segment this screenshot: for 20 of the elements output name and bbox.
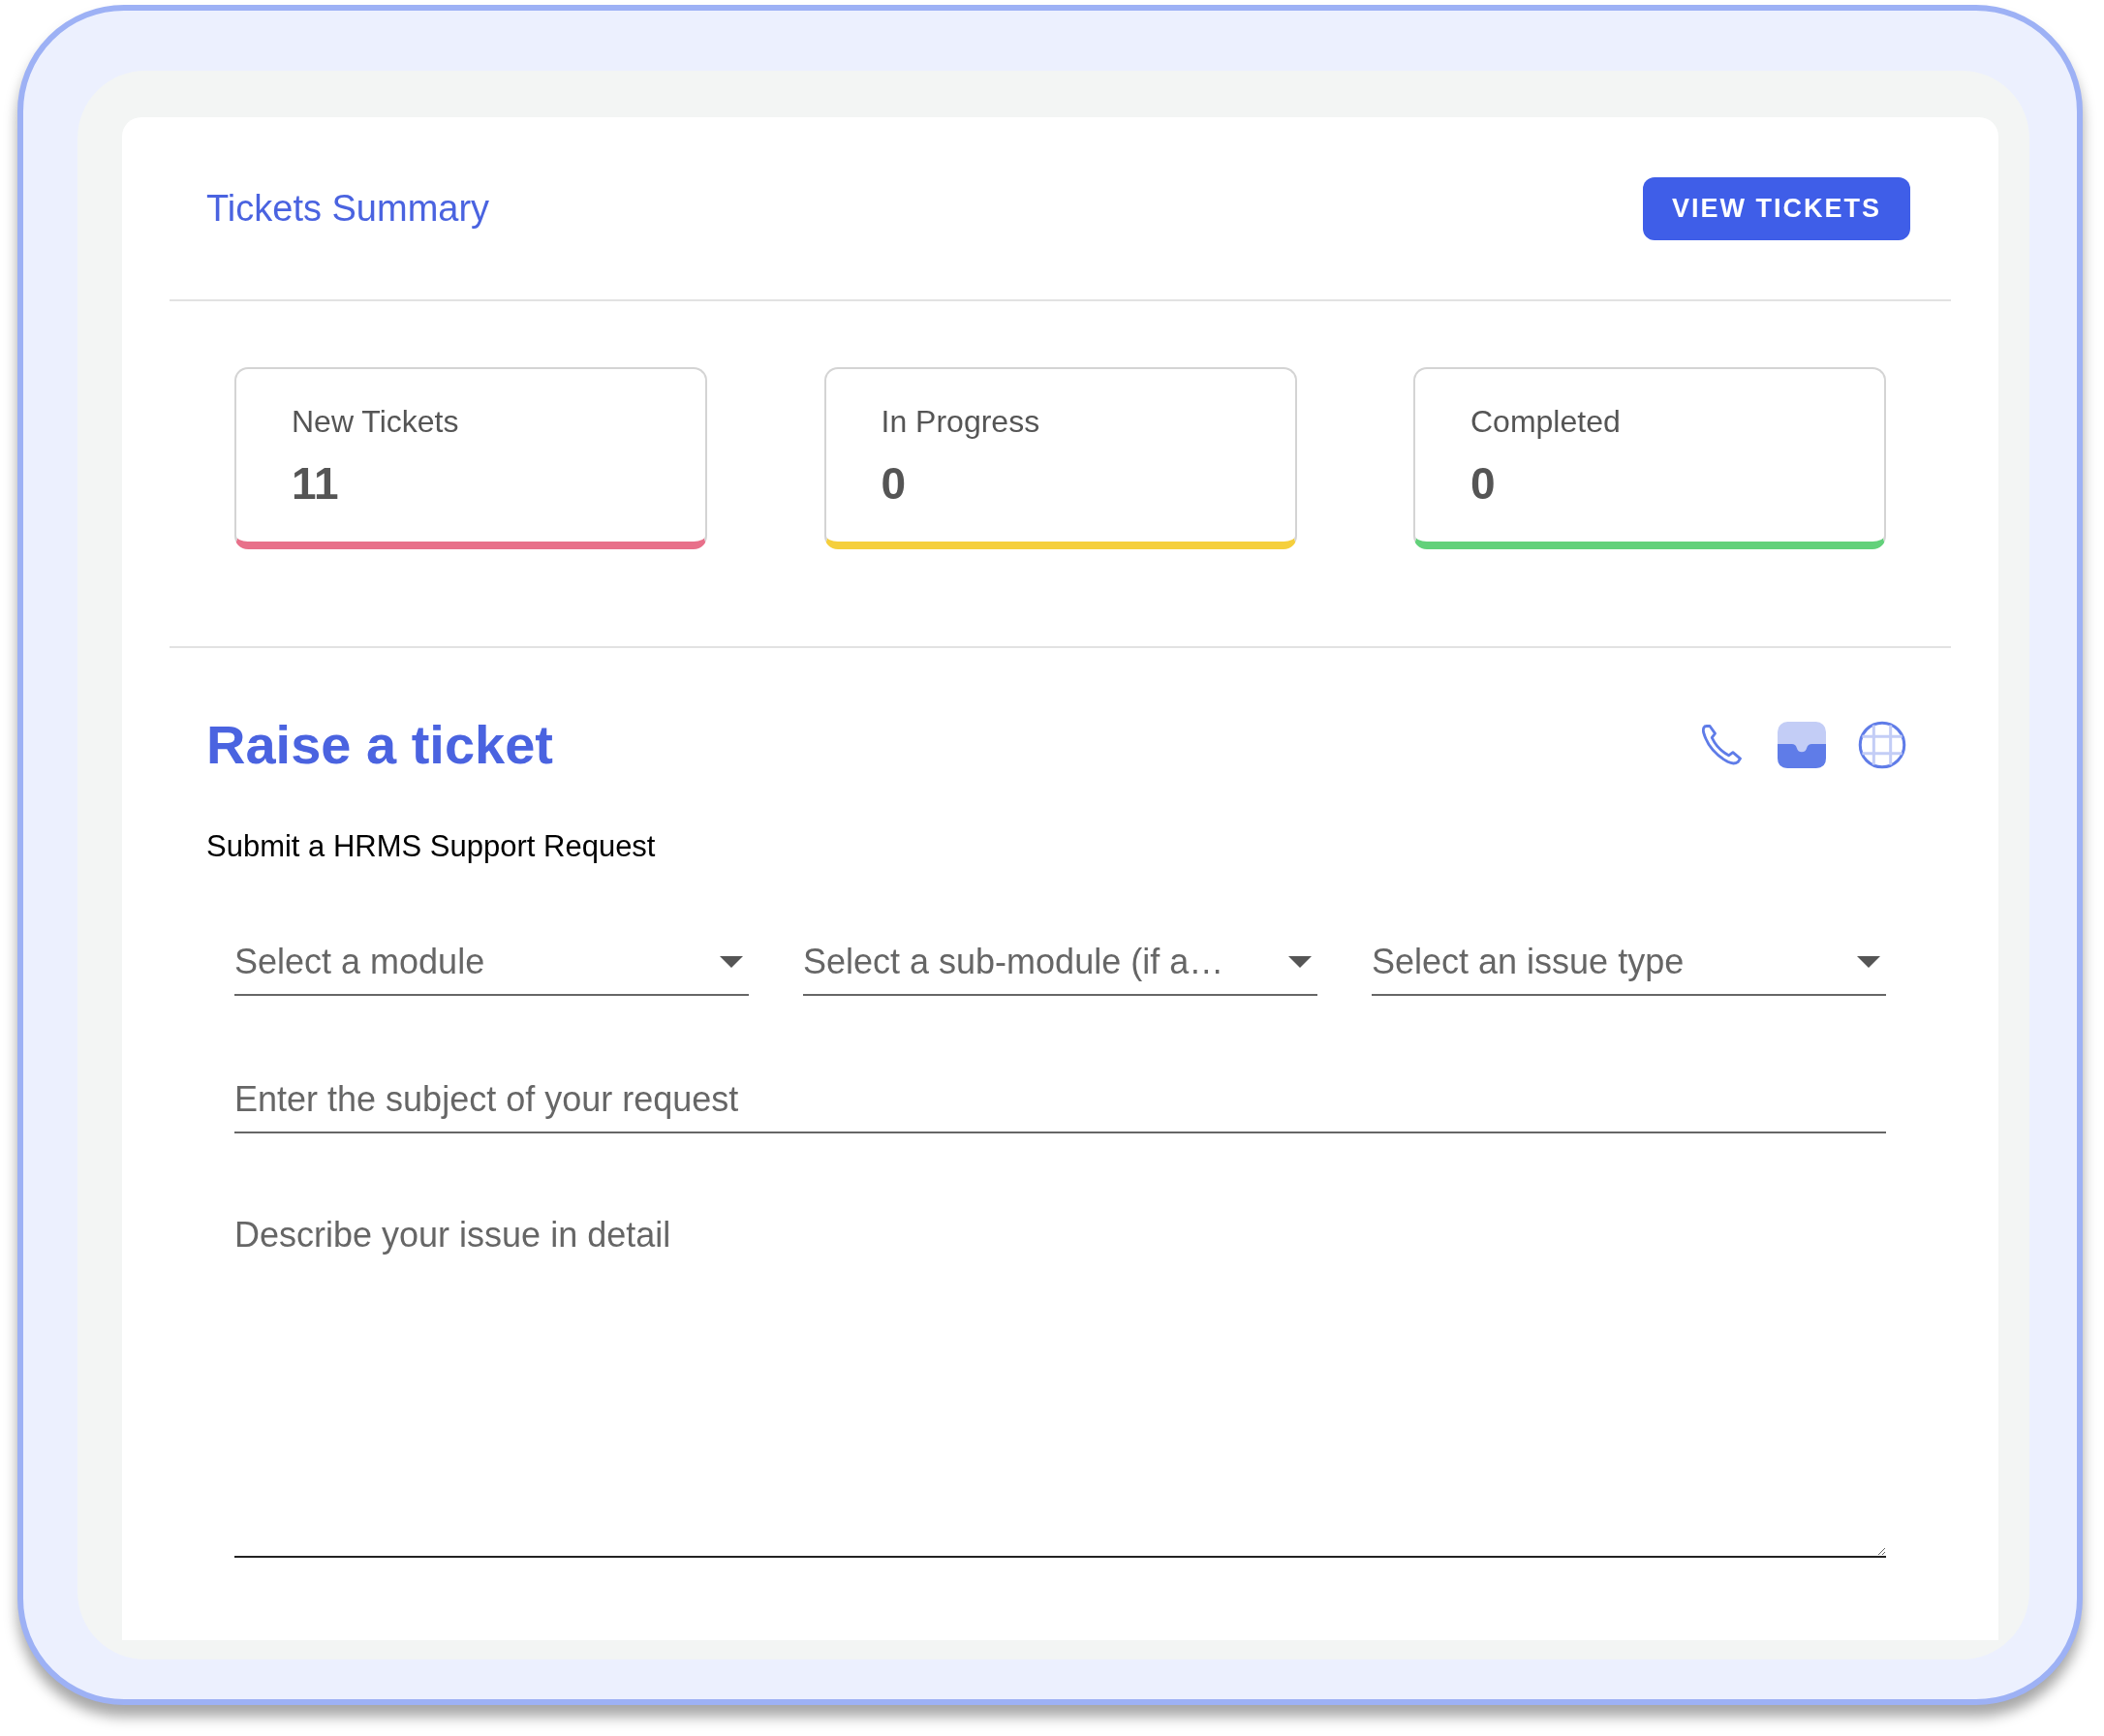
dropdown-field[interactable]: Select a module bbox=[234, 935, 749, 996]
card-count: 0 bbox=[1470, 457, 1497, 511]
caret-icon bbox=[720, 955, 743, 968]
form-title: Raise a ticket bbox=[206, 713, 553, 777]
dropdown-field[interactable]: Select a sub-module (if a… bbox=[803, 935, 1317, 996]
caret-icon bbox=[1288, 955, 1312, 968]
card-count: 0 bbox=[881, 457, 908, 511]
view-tickets-button[interactable]: VIEW TICKETS bbox=[1643, 176, 1910, 240]
card-label: New Tickets bbox=[292, 403, 460, 441]
form-subtitle: Submit a HRMS Support Request bbox=[206, 828, 657, 865]
dropdown-field[interactable]: Select an issue type bbox=[1372, 935, 1886, 996]
description-field[interactable]: Describe your issue in detail bbox=[234, 1208, 1886, 1558]
section-title: Tickets Summary bbox=[206, 186, 490, 231]
card-label: Completed bbox=[1470, 403, 1622, 441]
subject-field[interactable]: Enter the subject of your request bbox=[234, 1072, 1886, 1133]
card-count: 11 bbox=[292, 457, 340, 511]
globe-icon[interactable] bbox=[1857, 720, 1907, 770]
card-label: In Progress bbox=[881, 403, 1041, 441]
caret-icon bbox=[1857, 955, 1880, 968]
inbox-icon[interactable] bbox=[1778, 722, 1826, 768]
